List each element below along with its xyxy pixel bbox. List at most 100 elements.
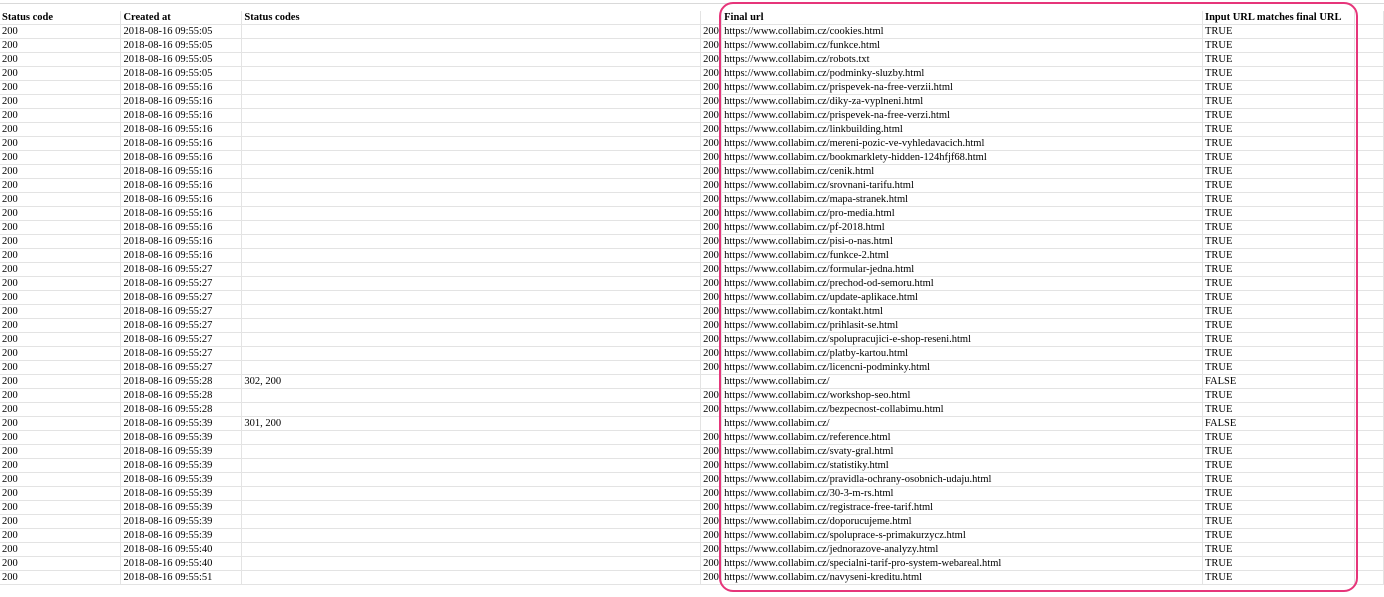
cell-empty[interactable] — [1354, 108, 1384, 123]
cell-url-match[interactable]: TRUE — [1202, 38, 1355, 53]
cell-status-codes[interactable] — [241, 164, 702, 179]
cell-status-code[interactable]: 200 — [0, 220, 122, 235]
cell-url-match[interactable]: TRUE — [1202, 360, 1355, 375]
cell-status-codes[interactable] — [241, 542, 702, 557]
cell-empty[interactable] — [1354, 304, 1384, 319]
cell-url-match[interactable]: TRUE — [1202, 234, 1355, 249]
cell-status-codes[interactable] — [241, 94, 702, 109]
cell-final-url[interactable]: https://www.collabim.cz/prihlasit-se.htm… — [721, 318, 1203, 333]
cell-status-codes[interactable] — [241, 178, 702, 193]
header-empty-cell[interactable] — [700, 11, 723, 25]
cell-final-status[interactable]: 200 — [700, 66, 723, 81]
cell-empty[interactable] — [1354, 38, 1384, 53]
cell-status-code[interactable]: 200 — [0, 24, 122, 39]
cell-url-match[interactable]: TRUE — [1202, 206, 1355, 221]
cell-status-codes[interactable] — [241, 66, 702, 81]
cell-status-codes[interactable] — [241, 514, 702, 529]
cell-status-code[interactable]: 200 — [0, 570, 122, 585]
cell-final-url[interactable]: https://www.collabim.cz/linkbuilding.htm… — [721, 122, 1203, 137]
cell-status-code[interactable]: 200 — [0, 332, 122, 347]
cell-empty[interactable] — [1354, 178, 1384, 193]
cell-empty[interactable] — [1354, 444, 1384, 459]
cell-url-match[interactable]: TRUE — [1202, 542, 1355, 557]
cell-final-status[interactable]: 200 — [700, 52, 723, 67]
cell-final-url[interactable]: https://www.collabim.cz/robots.txt — [721, 52, 1203, 67]
cell-url-match[interactable]: TRUE — [1202, 80, 1355, 95]
cell-final-status[interactable]: 200 — [700, 38, 723, 53]
cell-status-codes[interactable] — [241, 38, 702, 53]
cell-empty[interactable] — [1354, 150, 1384, 165]
cell-final-status[interactable]: 200 — [700, 122, 723, 137]
cell-created-at[interactable]: 2018-08-16 09:55:16 — [120, 108, 243, 123]
cell-url-match[interactable]: TRUE — [1202, 304, 1355, 319]
cell-created-at[interactable]: 2018-08-16 09:55:16 — [120, 122, 243, 137]
cell-final-status[interactable]: 200 — [700, 570, 723, 585]
cell-url-match[interactable]: TRUE — [1202, 332, 1355, 347]
header-created-at[interactable]: Created at — [120, 11, 243, 25]
cell-final-status[interactable] — [700, 374, 723, 389]
cell-status-code[interactable]: 200 — [0, 346, 122, 361]
cell-created-at[interactable]: 2018-08-16 09:55:16 — [120, 164, 243, 179]
cell-status-codes[interactable] — [241, 136, 702, 151]
cell-final-status[interactable]: 200 — [700, 556, 723, 571]
cell-status-code[interactable]: 200 — [0, 108, 122, 123]
cell-url-match[interactable]: TRUE — [1202, 570, 1355, 585]
cell-final-status[interactable]: 200 — [700, 304, 723, 319]
cell-final-status[interactable]: 200 — [700, 472, 723, 487]
cell-url-match[interactable]: TRUE — [1202, 220, 1355, 235]
cell-status-codes[interactable] — [241, 430, 702, 445]
cell-empty[interactable] — [1354, 472, 1384, 487]
cell-final-url[interactable]: https://www.collabim.cz/cookies.html — [721, 24, 1203, 39]
cell-final-status[interactable]: 200 — [700, 178, 723, 193]
cell-status-codes[interactable]: 301, 200 — [241, 416, 702, 431]
cell-status-codes[interactable] — [241, 108, 702, 123]
cell-status-code[interactable]: 200 — [0, 374, 122, 389]
cell-status-code[interactable]: 200 — [0, 318, 122, 333]
cell-status-code[interactable]: 200 — [0, 262, 122, 277]
cell-status-code[interactable]: 200 — [0, 38, 122, 53]
cell-final-status[interactable]: 200 — [700, 346, 723, 361]
cell-created-at[interactable]: 2018-08-16 09:55:39 — [120, 472, 243, 487]
cell-empty[interactable] — [1354, 388, 1384, 403]
cell-final-url[interactable]: https://www.collabim.cz/funkce-2.html — [721, 248, 1203, 263]
cell-status-codes[interactable] — [241, 486, 702, 501]
cell-status-code[interactable]: 200 — [0, 248, 122, 263]
cell-url-match[interactable]: TRUE — [1202, 24, 1355, 39]
header-status-codes[interactable]: Status codes — [241, 11, 702, 25]
cell-url-match[interactable]: TRUE — [1202, 528, 1355, 543]
cell-final-url[interactable]: https://www.collabim.cz/licencni-podmink… — [721, 360, 1203, 375]
cell-created-at[interactable]: 2018-08-16 09:55:27 — [120, 290, 243, 305]
cell-created-at[interactable]: 2018-08-16 09:55:05 — [120, 66, 243, 81]
cell-created-at[interactable]: 2018-08-16 09:55:40 — [120, 556, 243, 571]
cell-empty[interactable] — [1354, 248, 1384, 263]
cell-status-code[interactable]: 200 — [0, 500, 122, 515]
cell-status-codes[interactable] — [241, 318, 702, 333]
cell-empty[interactable] — [1354, 542, 1384, 557]
cell-status-code[interactable]: 200 — [0, 514, 122, 529]
cell-url-match[interactable]: TRUE — [1202, 514, 1355, 529]
cell-empty[interactable] — [1354, 206, 1384, 221]
cell-status-code[interactable]: 200 — [0, 234, 122, 249]
cell-url-match[interactable]: TRUE — [1202, 178, 1355, 193]
cell-url-match[interactable]: TRUE — [1202, 122, 1355, 137]
cell-status-code[interactable]: 200 — [0, 458, 122, 473]
cell-url-match[interactable]: TRUE — [1202, 318, 1355, 333]
cell-empty[interactable] — [1354, 94, 1384, 109]
cell-created-at[interactable]: 2018-08-16 09:55:27 — [120, 262, 243, 277]
cell-created-at[interactable]: 2018-08-16 09:55:05 — [120, 52, 243, 67]
cell-status-codes[interactable] — [241, 332, 702, 347]
cell-status-code[interactable]: 200 — [0, 178, 122, 193]
cell-created-at[interactable]: 2018-08-16 09:55:27 — [120, 304, 243, 319]
cell-url-match[interactable]: TRUE — [1202, 458, 1355, 473]
cell-empty[interactable] — [1354, 570, 1384, 585]
cell-final-status[interactable]: 200 — [700, 136, 723, 151]
cell-status-code[interactable]: 200 — [0, 542, 122, 557]
cell-status-code[interactable]: 200 — [0, 472, 122, 487]
cell-empty[interactable] — [1354, 430, 1384, 445]
cell-final-url[interactable]: https://www.collabim.cz/prispevek-na-fre… — [721, 108, 1203, 123]
cell-url-match[interactable]: TRUE — [1202, 276, 1355, 291]
cell-empty[interactable] — [1354, 122, 1384, 137]
cell-url-match[interactable]: TRUE — [1202, 150, 1355, 165]
cell-final-status[interactable]: 200 — [700, 80, 723, 95]
cell-status-codes[interactable] — [241, 24, 702, 39]
